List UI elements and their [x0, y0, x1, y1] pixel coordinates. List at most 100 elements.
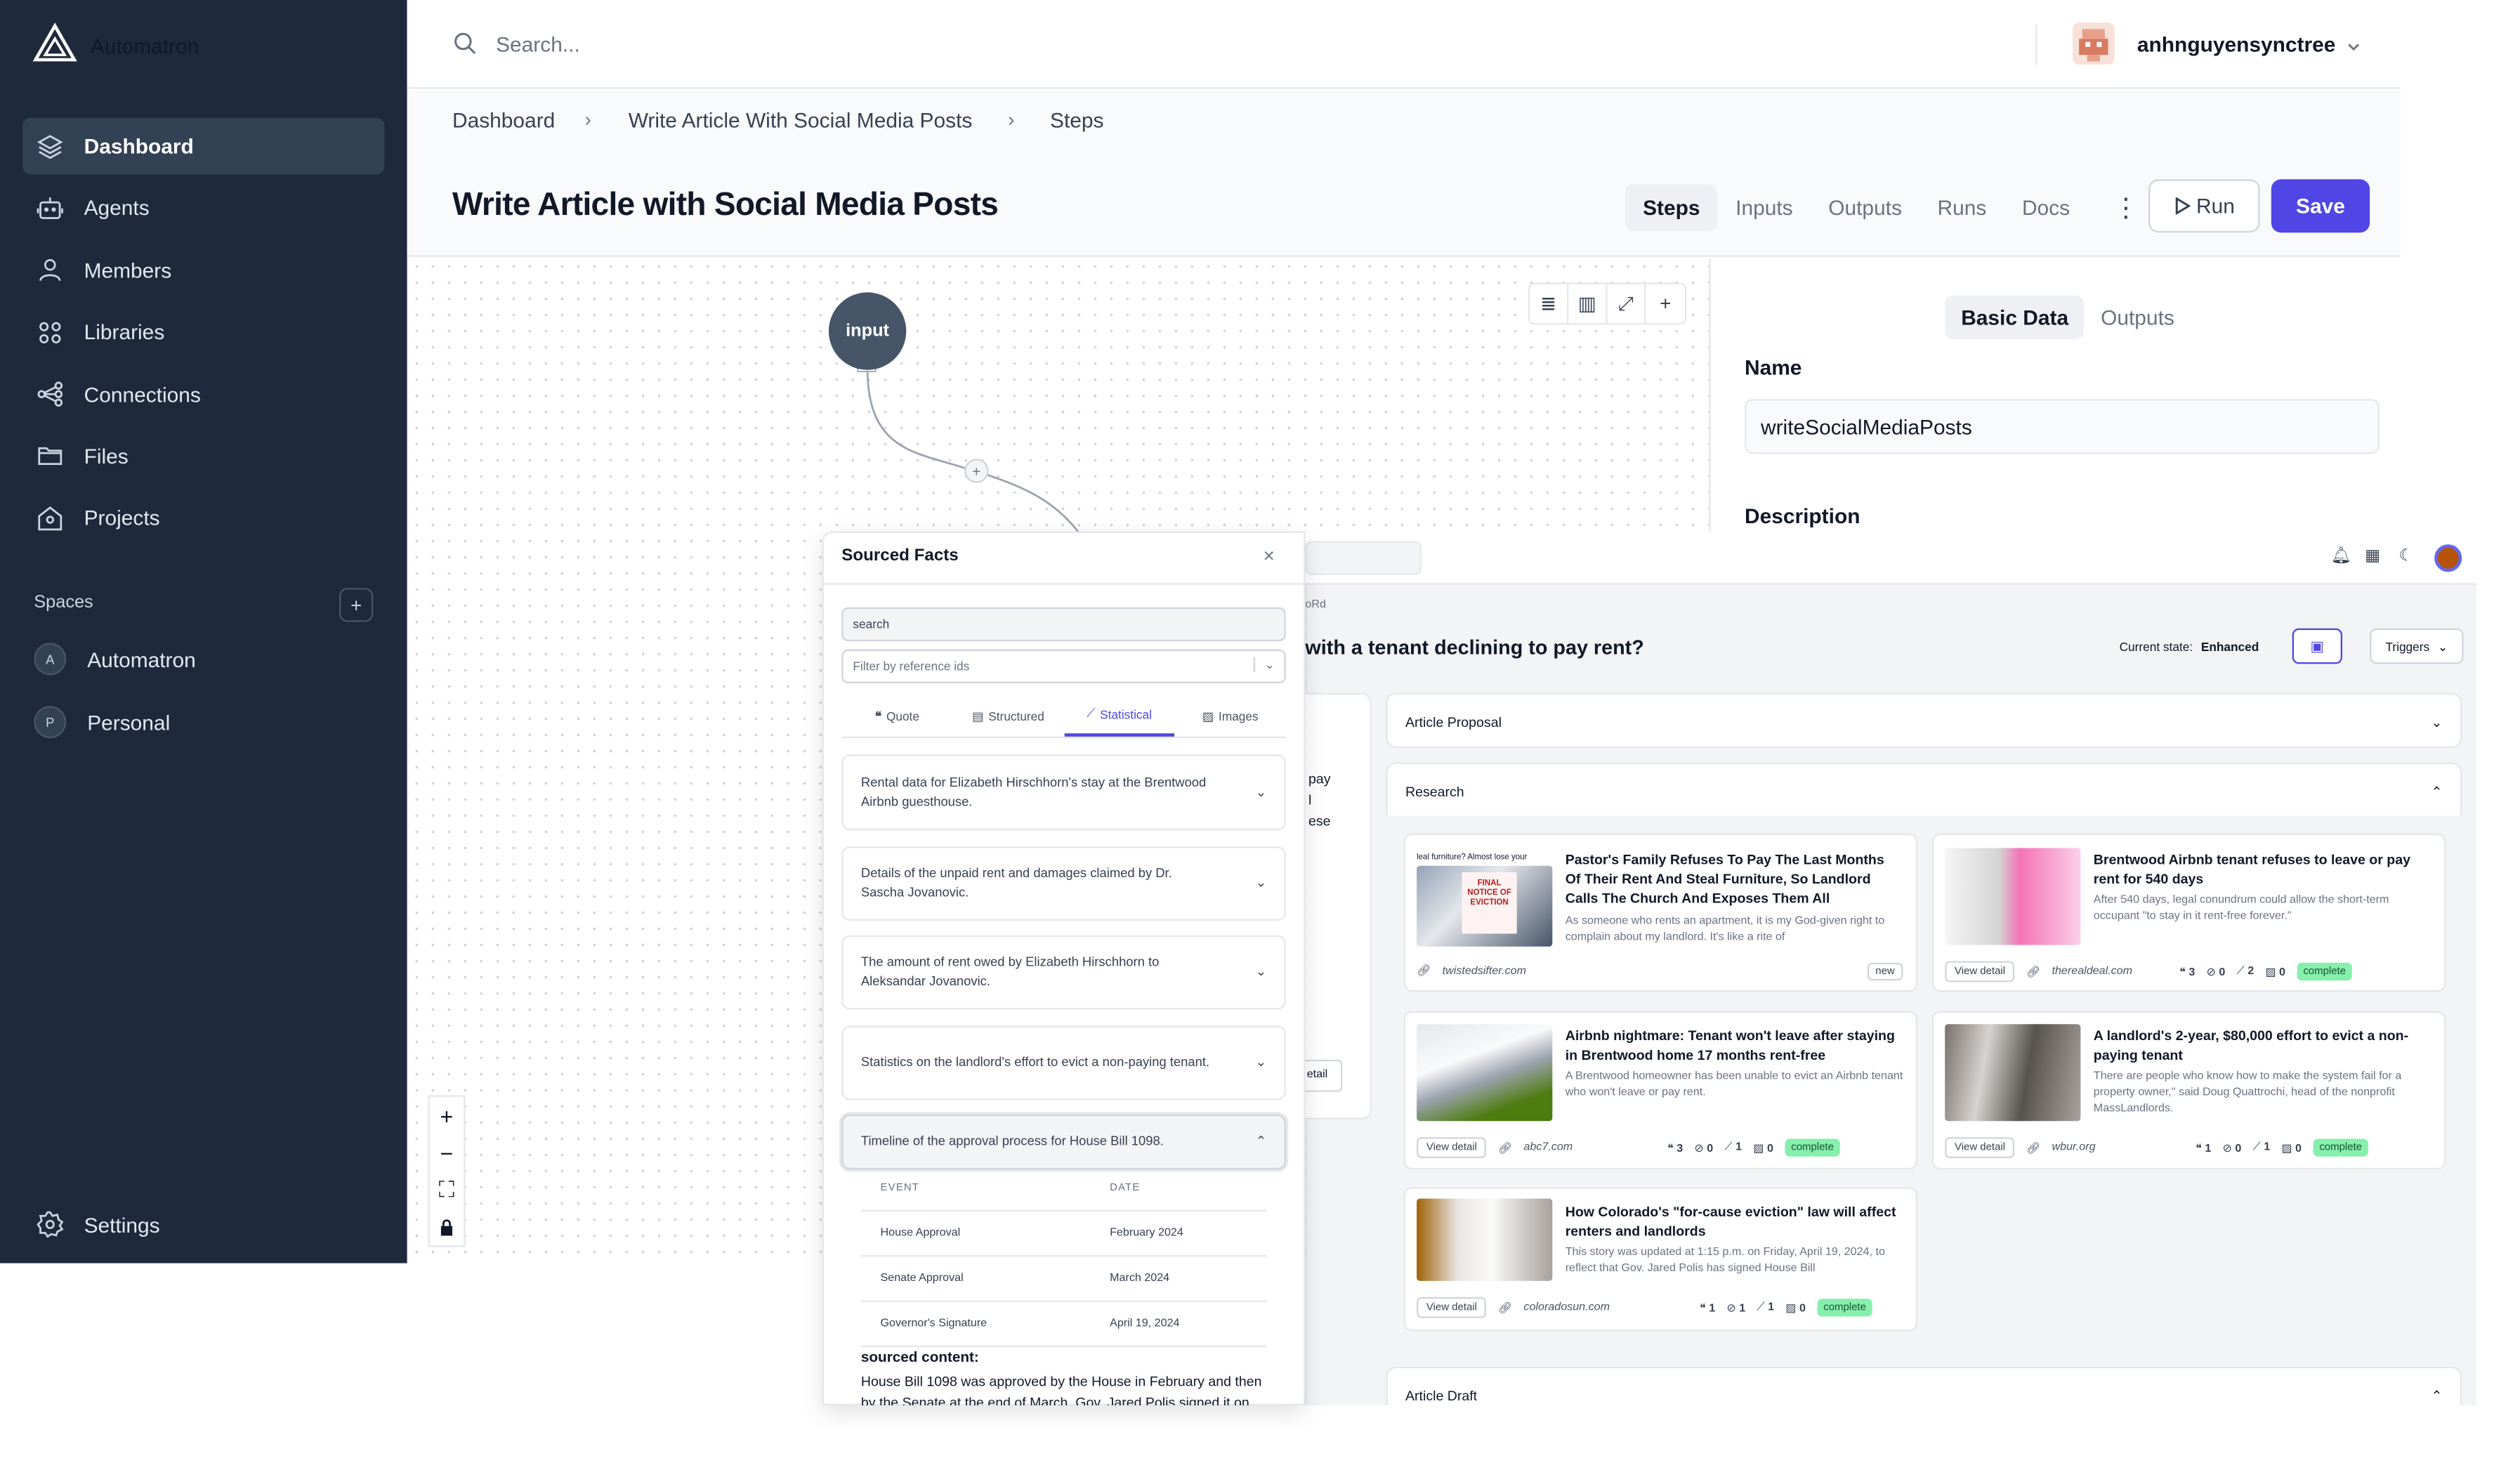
lock-icon[interactable]	[430, 1208, 464, 1245]
map-icon[interactable]: ▥	[1568, 284, 1608, 323]
overlay-bottom-mask	[1305, 1405, 2485, 1458]
spaces-title: Spaces	[34, 593, 93, 612]
chevron-down-icon: ⌄	[2431, 713, 2443, 730]
table-row: Governor's Signature April 19, 2024	[860, 1302, 1267, 1348]
plus-icon[interactable]: +	[1646, 284, 1685, 323]
zoom-in-icon[interactable]: +	[430, 1097, 464, 1134]
sidebar-item-files[interactable]: Files	[22, 428, 384, 485]
image-icon: ▨	[1202, 708, 1214, 723]
name-field[interactable]: writeSocialMediaPosts	[1745, 399, 2380, 454]
header-divider	[2035, 24, 2037, 65]
tab-quote[interactable]: ❝ Quote	[841, 695, 952, 737]
sidebar-item-connections[interactable]: Connections	[22, 366, 384, 423]
bell-icon[interactable]: 🔔︎	[2331, 548, 2351, 565]
add-step-button[interactable]: +	[964, 459, 989, 483]
facts-search-input[interactable]: search	[841, 607, 1286, 642]
card-summary: After 540 days, legal conundrum could al…	[2093, 895, 2389, 923]
username[interactable]: anhnguyensynctree	[2137, 32, 2336, 57]
sidebar-item-libraries[interactable]: Libraries	[22, 304, 384, 360]
name-label: Name	[1745, 355, 1802, 380]
space-item-personal[interactable]: P Personal	[34, 706, 170, 739]
view-detail-button[interactable]: etail	[1305, 1059, 1343, 1092]
facts-tabs: ❝ Quote ▤ Structured ⟋ Statistical ▨ Images	[841, 695, 1286, 739]
card-footer: 🔗︎ twistedsifter.com	[1417, 964, 1526, 977]
fact-item[interactable]: Details of the unpaid rent and damages c…	[841, 846, 1286, 920]
card-source[interactable]: twistedsifter.com	[1443, 965, 1526, 976]
space-avatar: A	[34, 643, 67, 676]
fit-view-icon[interactable]: ⛶	[430, 1171, 464, 1209]
tab-structured[interactable]: ▤ Structured	[952, 695, 1063, 737]
breadcrumb-workflow[interactable]: Write Article With Social Media Posts	[629, 108, 973, 133]
expand-icon[interactable]: ⤢	[1608, 284, 1646, 323]
view-detail-button[interactable]: View detail	[1945, 1137, 2015, 1159]
card-source[interactable]: therealdeal.com	[2052, 966, 2133, 977]
moon-icon[interactable]: ☾	[2399, 548, 2414, 565]
add-space-button[interactable]: +	[339, 588, 374, 622]
tab-statistical[interactable]: ⟋ Statistical	[1063, 695, 1175, 737]
view-detail-button[interactable]: View detail	[1945, 961, 2015, 983]
status-badge: complete	[2313, 1138, 2369, 1157]
fact-item-expanded[interactable]: Timeline of the approval process for Hou…	[841, 1115, 1286, 1170]
avatar[interactable]	[2072, 22, 2115, 65]
fact-item[interactable]: The amount of rent owed by Elizabeth Hir…	[841, 935, 1286, 1010]
tab-inputs[interactable]: Inputs	[1718, 184, 1811, 231]
card-source[interactable]: abc7.com	[1523, 1142, 1656, 1153]
article-proposal-section[interactable]: Article Proposal ⌄	[1386, 692, 2462, 748]
breadcrumb-steps[interactable]: Steps	[1050, 108, 1103, 133]
space-item-automatron[interactable]: A Automatron	[34, 643, 196, 676]
card-summary: This story was updated at 1:15 p.m. on F…	[1565, 1247, 1885, 1275]
sidebar-item-label: Projects	[84, 506, 160, 531]
sidebar-item-members[interactable]: Members	[22, 242, 384, 298]
article-app-search[interactable]	[1305, 541, 1422, 575]
app-brand[interactable]: Automatron	[32, 22, 199, 70]
avatar[interactable]	[2434, 544, 2462, 572]
chevron-down-icon[interactable]	[2344, 36, 2363, 65]
tab-outputs[interactable]: Outputs	[1811, 184, 1919, 231]
table-row: Senate Approval March 2024	[860, 1256, 1267, 1302]
card-source[interactable]: coloradosun.com	[1523, 1302, 1688, 1313]
left-fragment: ese	[1308, 812, 1331, 829]
tab-images[interactable]: ▨ Images	[1175, 695, 1286, 737]
home-icon	[38, 506, 63, 530]
apps-icon[interactable]: ▦	[2365, 548, 2380, 565]
tab-basic-data[interactable]: Basic Data	[1945, 295, 2085, 339]
folder-icon	[38, 447, 63, 466]
close-icon[interactable]: ×	[1264, 544, 1275, 567]
run-button[interactable]: Run	[2148, 179, 2260, 233]
page-title: Write Article with Social Media Posts	[452, 187, 999, 223]
more-options-icon[interactable]: ⋮	[2113, 192, 2139, 225]
list-icon[interactable]: ≣	[1530, 284, 1569, 323]
left-fragment: pay	[1308, 770, 1331, 787]
triggers-button[interactable]: Triggers ⌄	[2370, 628, 2464, 664]
view-detail-button[interactable]: View detail	[1417, 1137, 1487, 1159]
view-detail-button[interactable]: View detail	[1417, 1296, 1487, 1318]
tab-docs[interactable]: Docs	[2004, 184, 2088, 231]
search-input[interactable]: Search...	[496, 32, 580, 57]
state-icon-button[interactable]: ▣	[2292, 628, 2342, 664]
search-icon	[452, 31, 478, 65]
space-label: Automatron	[87, 647, 196, 671]
filter-placeholder: Filter by reference ids	[853, 659, 970, 674]
link-icon: 🔗︎	[1497, 1302, 1513, 1315]
article-breadcrumb: oRd	[1305, 599, 1326, 611]
table-header: EVENT DATE	[860, 1167, 1267, 1211]
sidebar-item-settings[interactable]: Settings	[36, 1210, 160, 1239]
research-header[interactable]: Research ⌃	[1388, 764, 2460, 819]
reference-filter-select[interactable]: Filter by reference ids ⌄	[841, 649, 1286, 683]
sidebar-item-agents[interactable]: Agents	[22, 180, 384, 237]
fact-item[interactable]: Statistics on the landlord's effort to e…	[841, 1025, 1286, 1100]
breadcrumb-dashboard[interactable]: Dashboard	[452, 108, 555, 133]
card-footer: View detail 🔗︎ therealdeal.com ❝ 3 ⊘ 0 ⟋ …	[1945, 961, 2353, 983]
card-footer: View detail 🔗︎ wbur.org ❝ 1 ⊘ 0 ⟋ 1 ▨ 0 c…	[1945, 1137, 2369, 1159]
tab-panel-outputs[interactable]: Outputs	[2085, 296, 2191, 339]
input-node[interactable]: input	[828, 292, 907, 370]
sidebar-item-dashboard[interactable]: Dashboard	[22, 117, 385, 175]
save-button[interactable]: Save	[2271, 179, 2370, 233]
sidebar-item-projects[interactable]: Projects	[22, 490, 384, 547]
card-source[interactable]: wbur.org	[2052, 1142, 2185, 1153]
fact-item[interactable]: Rental data for Elizabeth Hirschhorn's s…	[841, 754, 1286, 831]
zoom-out-icon[interactable]: −	[430, 1134, 464, 1171]
chart-icon: ⟋	[1087, 706, 1096, 721]
tab-runs[interactable]: Runs	[1919, 184, 2004, 231]
tab-steps[interactable]: Steps	[1625, 184, 1718, 231]
